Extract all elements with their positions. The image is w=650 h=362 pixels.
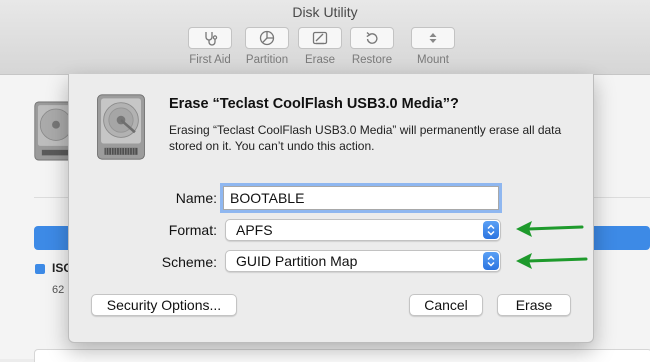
security-options-button[interactable]: Security Options... <box>91 294 237 316</box>
eraser-icon <box>312 31 328 45</box>
mount-button[interactable]: Mount <box>405 27 461 66</box>
dialog-message: Erasing “Teclast CoolFlash USB3.0 Media”… <box>169 123 562 153</box>
erase-button[interactable]: Erase <box>497 294 571 316</box>
restore-icon <box>366 32 378 44</box>
legend-size: 62 <box>52 284 65 296</box>
partition-label: Partition <box>245 54 289 66</box>
mount-icon <box>429 33 437 43</box>
erase-label: Erase <box>304 54 336 66</box>
first-aid-label: First Aid <box>189 54 231 66</box>
erase-dialog: Erase “Teclast CoolFlash USB3.0 Media”? … <box>68 74 594 343</box>
name-field[interactable] <box>223 186 499 210</box>
scheme-select[interactable]: GUID Partition Map <box>225 250 501 272</box>
chevron-updown-icon <box>483 252 499 270</box>
dialog-title: Erase “Teclast CoolFlash USB3.0 Media”? <box>169 96 459 112</box>
partition-button[interactable]: Partition <box>239 27 295 66</box>
legend-swatch <box>35 264 45 274</box>
info-panel <box>34 349 650 362</box>
erase-button-toolbar[interactable]: Erase <box>292 27 348 66</box>
restore-label: Restore <box>351 54 393 66</box>
scheme-value: GUID Partition Map <box>236 253 358 269</box>
chevron-updown-icon <box>483 221 499 239</box>
first-aid-button[interactable]: First Aid <box>182 27 238 66</box>
window-title: Disk Utility <box>292 4 358 20</box>
format-select[interactable]: APFS <box>225 219 501 241</box>
format-label: Format: <box>168 222 217 238</box>
cancel-button[interactable]: Cancel <box>409 294 483 316</box>
annotation-arrow-scheme <box>516 253 588 269</box>
format-value: APFS <box>236 222 273 238</box>
pie-chart-icon <box>259 30 275 46</box>
window-toolbar: Disk Utility First Aid Partition Erase R… <box>0 0 650 75</box>
mount-label: Mount <box>417 54 449 66</box>
stethoscope-icon <box>205 32 218 46</box>
restore-button[interactable]: Restore <box>344 27 400 66</box>
scheme-label: Scheme: <box>161 254 217 270</box>
annotation-arrow-format <box>516 221 584 237</box>
name-label: Name: <box>175 190 217 206</box>
external-drive-icon <box>97 94 145 160</box>
